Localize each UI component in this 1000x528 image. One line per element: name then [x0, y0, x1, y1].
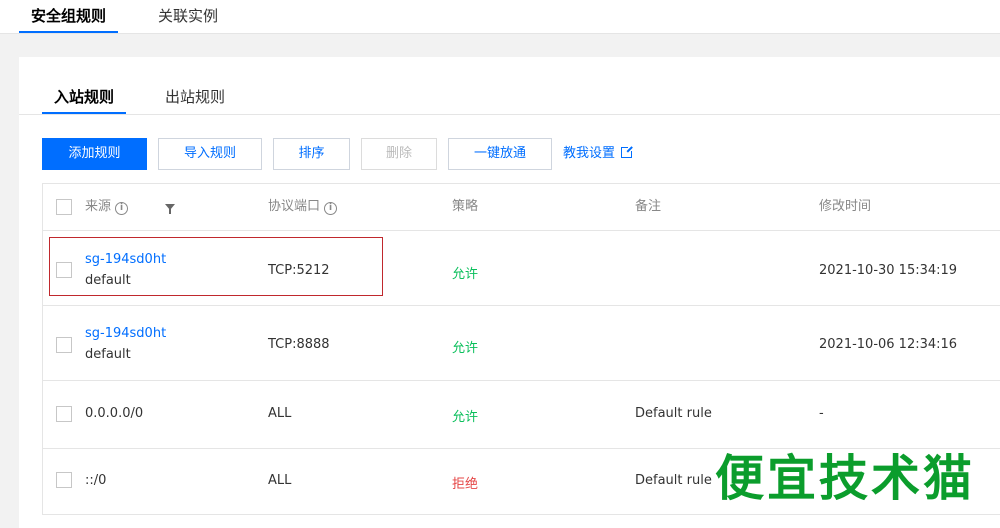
sort-button[interactable]: 排序 [273, 138, 350, 170]
row-checkbox[interactable] [56, 406, 72, 422]
delete-button[interactable]: 删除 [361, 138, 437, 170]
help-setup-link[interactable]: 教我设置 [563, 138, 635, 170]
modified-time: - [819, 406, 824, 421]
tab-associated-instances[interactable]: 关联实例 [158, 0, 218, 33]
filter-icon[interactable] [165, 204, 175, 214]
policy-value: 允许 [452, 410, 479, 425]
info-icon[interactable]: i [324, 202, 338, 215]
column-modified: 修改时间 [819, 199, 872, 214]
open-all-button[interactable]: 一键放通 [448, 138, 552, 170]
remark-value: Default rule [635, 473, 712, 488]
column-protocol: 协议端口 i [268, 184, 338, 230]
add-rule-button[interactable]: 添加规则 [42, 138, 147, 170]
direction-tabs: 入站规则 出站规则 [19, 57, 1000, 115]
table-row: sg-194sd0ht default TCP:8888 允许 2021-10-… [43, 305, 1000, 381]
table-header: 来源 i 协议端口 i 策略 备注 修改时间 [43, 184, 1000, 231]
watermark: 便宜技术猫 [715, 450, 976, 507]
protocol-port: TCP:8888 [268, 337, 330, 352]
source-value: ::/0 [85, 473, 107, 488]
table-row: 0.0.0.0/0 ALL 允许 Default rule - [43, 380, 1000, 449]
import-rules-button[interactable]: 导入规则 [158, 138, 262, 170]
column-protocol-label: 协议端口 [268, 199, 321, 214]
remark-value: Default rule [635, 406, 712, 421]
info-icon[interactable]: i [115, 202, 129, 215]
row-checkbox[interactable] [56, 472, 72, 488]
policy-value: 允许 [452, 341, 479, 356]
policy-value: 拒绝 [452, 477, 479, 492]
protocol-port: ALL [268, 473, 292, 488]
source-link[interactable]: sg-194sd0ht [85, 326, 166, 341]
tab-inbound-rules[interactable]: 入站规则 [41, 86, 127, 114]
policy-value: 允许 [452, 267, 479, 282]
column-source-label: 来源 [85, 199, 112, 214]
protocol-port: ALL [268, 406, 292, 421]
source-value: 0.0.0.0/0 [85, 406, 144, 421]
source-sub: default [85, 347, 131, 362]
external-link-icon [621, 145, 635, 158]
column-source: 来源 i [85, 184, 129, 230]
row-checkbox[interactable] [56, 337, 72, 353]
highlight-box [49, 237, 383, 296]
help-setup-label: 教我设置 [563, 146, 616, 161]
tab-outbound-rules[interactable]: 出站规则 [165, 86, 225, 114]
select-all-checkbox[interactable] [56, 199, 72, 215]
column-policy: 策略 [452, 199, 479, 214]
modified-time: 2021-10-30 15:34:19 [819, 263, 958, 278]
modified-time: 2021-10-06 12:34:16 [819, 337, 958, 352]
tab-security-group-rules[interactable]: 安全组规则 [18, 0, 119, 33]
column-remark: 备注 [635, 199, 662, 214]
top-tab-bar: 安全组规则 关联实例 [0, 0, 1000, 34]
